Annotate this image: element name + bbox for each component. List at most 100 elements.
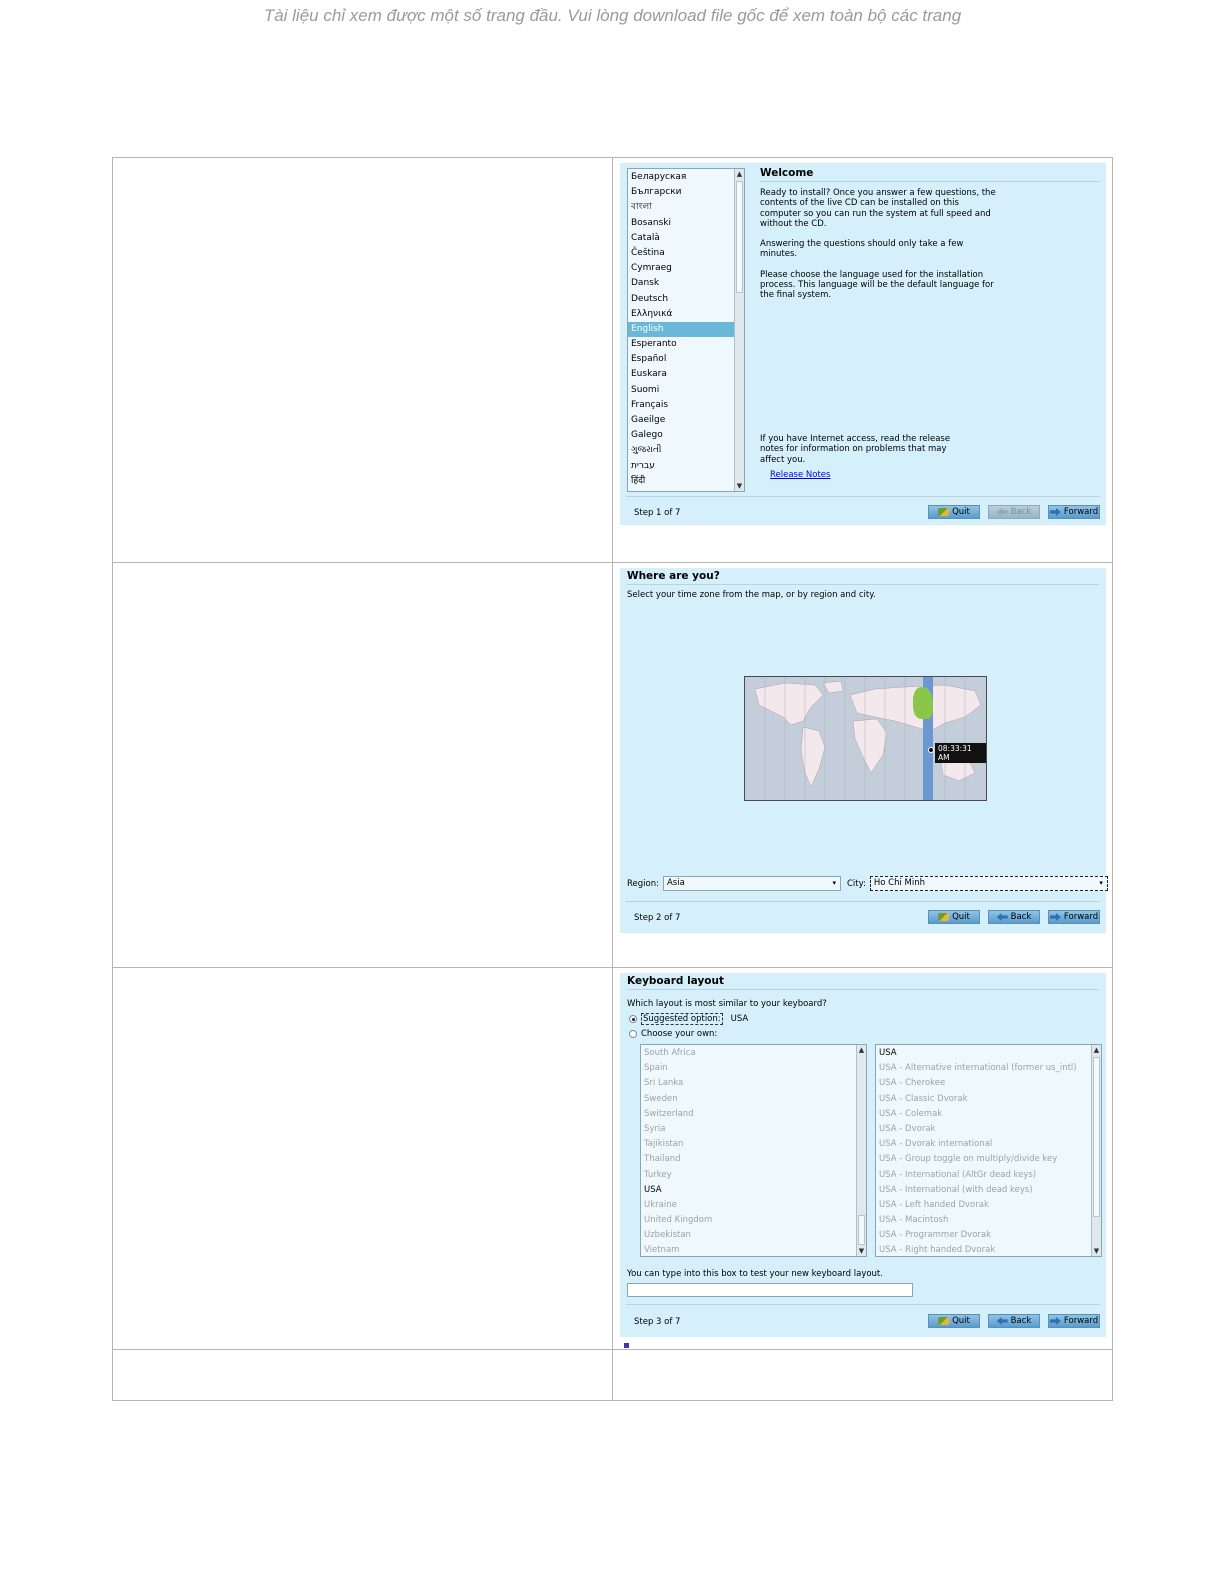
- choose-own-radio[interactable]: [629, 1030, 637, 1038]
- bottom-separator: [626, 1304, 1100, 1305]
- language-item[interactable]: हिंदी: [628, 474, 734, 489]
- language-item[interactable]: বাংলা: [628, 200, 734, 215]
- release-notes-link[interactable]: Release Notes: [770, 470, 830, 480]
- variant-item[interactable]: USA - Colemak: [876, 1107, 1091, 1122]
- language-item[interactable]: Euskara: [628, 367, 734, 382]
- forward-button[interactable]: Forward: [1048, 505, 1100, 519]
- quit-button[interactable]: Quit: [928, 505, 980, 519]
- scroll-thumb[interactable]: [1093, 1057, 1100, 1217]
- language-item[interactable]: Dansk: [628, 276, 734, 291]
- table-cell-left-2: [112, 562, 613, 968]
- location-pin-icon[interactable]: [928, 747, 934, 753]
- language-item[interactable]: Suomi: [628, 383, 734, 398]
- country-item[interactable]: Ukraine: [641, 1198, 856, 1213]
- suggested-option-row[interactable]: Suggested option: USA: [629, 1013, 748, 1025]
- bottom-separator: [626, 901, 1100, 902]
- region-select[interactable]: Asia ▾: [662, 876, 841, 891]
- world-map[interactable]: 08:33:31 AM: [744, 676, 987, 801]
- language-item[interactable]: Български: [628, 185, 734, 200]
- variant-item[interactable]: USA - Alternative international (former …: [876, 1061, 1091, 1076]
- variant-item[interactable]: USA - Classic Dvorak: [876, 1092, 1091, 1107]
- language-item[interactable]: English: [628, 321, 734, 338]
- back-button[interactable]: Back: [988, 910, 1040, 924]
- variant-item[interactable]: USA - Cherokee: [876, 1076, 1091, 1091]
- forward-button[interactable]: Forward: [1048, 910, 1100, 924]
- country-item[interactable]: USA: [641, 1183, 856, 1198]
- scroll-up-icon[interactable]: ▲: [735, 169, 744, 179]
- keyboard-question: Which layout is most similar to your key…: [627, 999, 827, 1009]
- language-item[interactable]: Deutsch: [628, 292, 734, 307]
- language-item[interactable]: Español: [628, 352, 734, 367]
- country-item[interactable]: Uzbekistan: [641, 1228, 856, 1243]
- forward-button[interactable]: Forward: [1048, 1314, 1100, 1328]
- language-item[interactable]: Bosanski: [628, 216, 734, 231]
- language-item[interactable]: Galego: [628, 428, 734, 443]
- variant-item[interactable]: USA - Dvorak international: [876, 1137, 1091, 1152]
- country-item[interactable]: Sri Lanka: [641, 1076, 856, 1091]
- country-item[interactable]: Thailand: [641, 1152, 856, 1167]
- scroll-down-icon[interactable]: ▼: [1092, 1246, 1101, 1256]
- language-item[interactable]: Català: [628, 231, 734, 246]
- variant-item[interactable]: USA - Programmer Dvorak: [876, 1228, 1091, 1243]
- suggested-option-value: USA: [730, 1014, 749, 1024]
- language-item[interactable]: עברית: [628, 459, 734, 474]
- language-list[interactable]: Беларуская Български বাংলা Bosanski Català Če…: [627, 168, 745, 492]
- scroll-down-icon[interactable]: ▼: [735, 481, 744, 491]
- variant-item[interactable]: USA - Group toggle on multiply/divide ke…: [876, 1152, 1091, 1167]
- city-select[interactable]: Ho Chi Minh ▾: [869, 876, 1108, 891]
- quit-button[interactable]: Quit: [928, 1314, 980, 1328]
- language-item[interactable]: Беларуская: [628, 170, 734, 185]
- variant-item[interactable]: USA - Left handed Dvorak: [876, 1198, 1091, 1213]
- country-item[interactable]: South Africa: [641, 1046, 856, 1061]
- variant-item[interactable]: USA - International (with dead keys): [876, 1183, 1091, 1198]
- variant-item[interactable]: USA: [876, 1046, 1091, 1061]
- scroll-up-icon[interactable]: ▲: [1092, 1045, 1101, 1055]
- forward-arrow-icon: [1049, 508, 1061, 516]
- quit-icon: [938, 508, 950, 516]
- keyboard-title: Keyboard layout: [627, 975, 1099, 990]
- scroll-up-icon[interactable]: ▲: [857, 1045, 866, 1055]
- variant-item[interactable]: USA - Macintosh: [876, 1213, 1091, 1228]
- country-item[interactable]: Spain: [641, 1061, 856, 1076]
- quit-button[interactable]: Quit: [928, 910, 980, 924]
- country-item[interactable]: Sweden: [641, 1092, 856, 1107]
- scroll-thumb[interactable]: [736, 181, 743, 293]
- variant-item[interactable]: USA - Dvorak: [876, 1122, 1091, 1137]
- language-item[interactable]: Français: [628, 398, 734, 413]
- country-item[interactable]: Vietnam: [641, 1243, 856, 1256]
- scroll-down-icon[interactable]: ▼: [857, 1246, 866, 1256]
- table-cell-left-1: [112, 157, 613, 563]
- language-list-scrollbar[interactable]: ▲ ▼: [734, 169, 744, 491]
- table-cell-left-4: [112, 1349, 613, 1401]
- scroll-thumb[interactable]: [858, 1215, 865, 1245]
- keyboard-test-input[interactable]: [627, 1283, 913, 1297]
- language-item[interactable]: Ελληνικά: [628, 307, 734, 322]
- welcome-para-2: Answering the questions should only take…: [760, 239, 964, 260]
- back-button[interactable]: Back: [988, 1314, 1040, 1328]
- country-item[interactable]: Syria: [641, 1122, 856, 1137]
- city-label: City:: [846, 878, 866, 889]
- variant-list[interactable]: USA USA - Alternative international (form…: [875, 1044, 1102, 1257]
- welcome-pane: Welcome Ready to install? Once you answe…: [760, 167, 1100, 301]
- back-button[interactable]: Back: [988, 505, 1040, 519]
- variant-item[interactable]: USA - International (AltGr dead keys): [876, 1168, 1091, 1183]
- world-map-graphic: [754, 677, 982, 800]
- language-item[interactable]: Čeština: [628, 246, 734, 261]
- quit-icon: [938, 913, 950, 921]
- language-item[interactable]: ગુજરાતી: [628, 443, 734, 458]
- language-item[interactable]: Gaeilge: [628, 413, 734, 428]
- language-item[interactable]: Cymraeg: [628, 261, 734, 276]
- country-item[interactable]: Tajikistan: [641, 1137, 856, 1152]
- welcome-para-3: Please choose the language used for the …: [760, 269, 994, 301]
- country-item[interactable]: Turkey: [641, 1168, 856, 1183]
- country-list-scrollbar[interactable]: ▲ ▼: [856, 1045, 866, 1256]
- choose-own-row[interactable]: Choose your own:: [629, 1029, 717, 1039]
- suggested-radio[interactable]: [629, 1015, 637, 1023]
- country-item[interactable]: Switzerland: [641, 1107, 856, 1122]
- country-item[interactable]: United Kingdom: [641, 1213, 856, 1228]
- variant-item[interactable]: USA - Right handed Dvorak: [876, 1243, 1091, 1256]
- variant-list-scrollbar[interactable]: ▲ ▼: [1091, 1045, 1101, 1256]
- country-list[interactable]: South Africa Spain Sri Lanka Sweden Switzerl…: [640, 1044, 867, 1257]
- language-item[interactable]: Esperanto: [628, 337, 734, 352]
- welcome-para-1: Ready to install? Once you answer a few …: [760, 188, 996, 229]
